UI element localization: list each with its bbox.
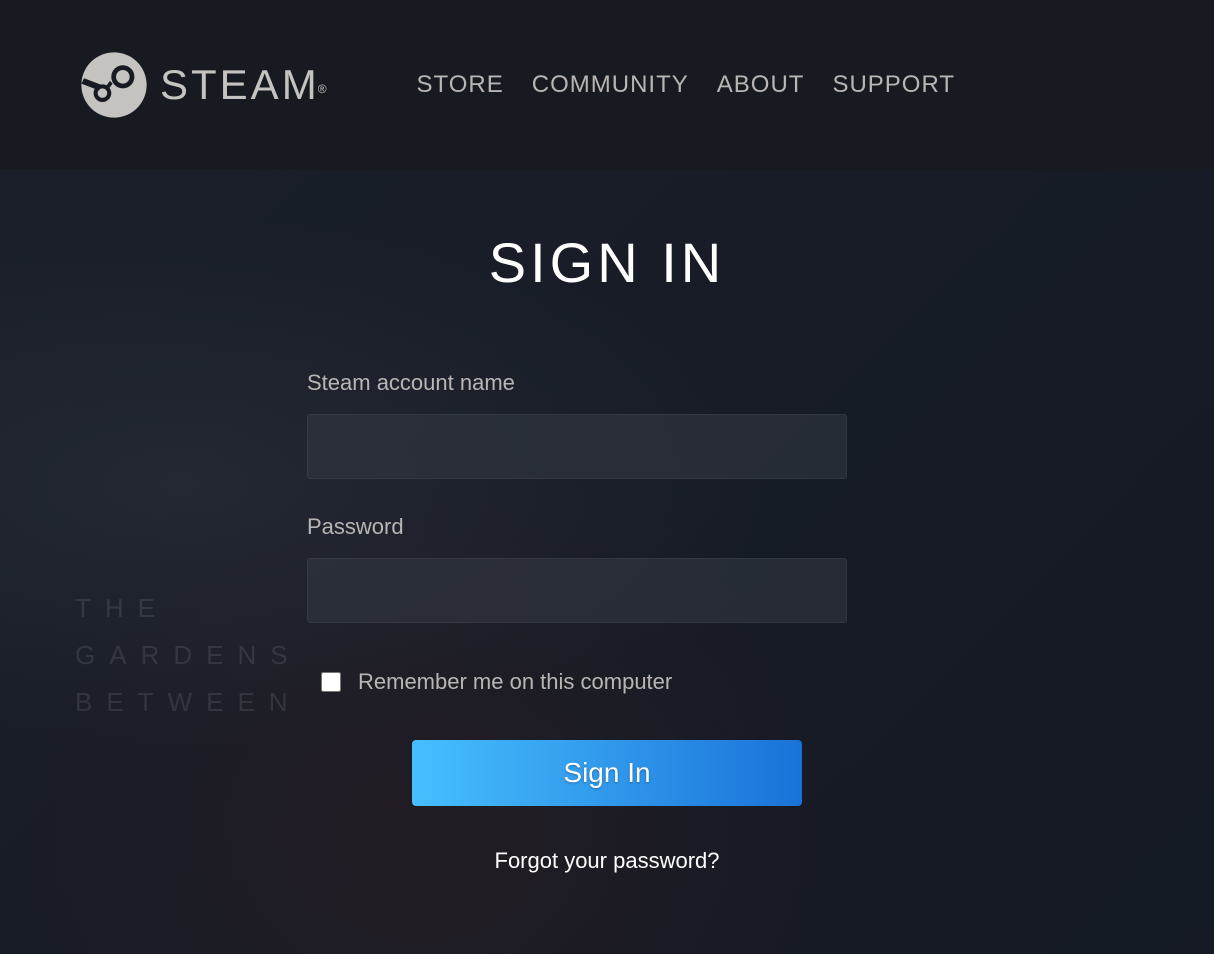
nav-support[interactable]: SUPPORT: [832, 71, 955, 99]
global-header: STEAM® STORE COMMUNITY ABOUT SUPPORT: [0, 0, 1214, 170]
steam-logo-text: STEAM®: [160, 61, 327, 109]
password-label: Password: [307, 514, 907, 540]
remember-me-row: Remember me on this computer: [321, 669, 907, 695]
steam-logo[interactable]: STEAM®: [80, 51, 327, 119]
signin-button[interactable]: Sign In: [412, 740, 802, 806]
forgot-password-link[interactable]: Forgot your password?: [307, 848, 907, 874]
page-title: SIGN IN: [307, 230, 907, 295]
steam-logo-icon: [80, 51, 148, 119]
account-name-input[interactable]: [307, 414, 847, 479]
account-name-label: Steam account name: [307, 370, 907, 396]
nav-community[interactable]: COMMUNITY: [532, 71, 689, 99]
background-decorative-text: THE GARDENS BETWEEN: [75, 585, 302, 725]
password-input[interactable]: [307, 558, 847, 623]
remember-me-label[interactable]: Remember me on this computer: [358, 669, 672, 695]
password-group: Password: [307, 514, 907, 623]
signin-form: SIGN IN Steam account name Password Reme…: [307, 230, 907, 874]
nav-about[interactable]: ABOUT: [717, 71, 805, 99]
main-content: THE GARDENS BETWEEN SIGN IN Steam accoun…: [0, 170, 1214, 954]
remember-me-checkbox[interactable]: [321, 672, 341, 692]
account-name-group: Steam account name: [307, 370, 907, 479]
nav-store[interactable]: STORE: [417, 71, 504, 99]
main-nav: STORE COMMUNITY ABOUT SUPPORT: [417, 71, 956, 99]
